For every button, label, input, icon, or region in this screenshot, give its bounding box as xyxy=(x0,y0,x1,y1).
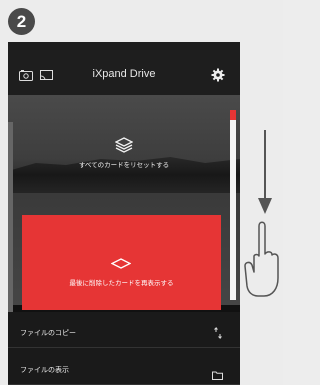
side-red-tab xyxy=(230,110,236,120)
menu-item-copy-files[interactable]: ファイルのコピー xyxy=(8,312,240,348)
phone-screen: iXpand Drive すべてのカードをリセットする 最後に削除したカードを再… xyxy=(8,42,240,385)
menu-item-label: ファイルのコピー xyxy=(20,329,76,337)
menu-item-view-files[interactable]: ファイルの表示 xyxy=(8,349,240,385)
instruction-panel: 2 iXpand Drive すべてのカードをリセットする 最後に削除したカード… xyxy=(0,0,283,385)
step-badge: 2 xyxy=(8,8,35,35)
reset-cards-label: すべてのカードをリセットする xyxy=(78,161,170,169)
stack-icon xyxy=(115,137,133,153)
bottom-menu: ファイルのコピー ファイルの表示 xyxy=(8,312,240,385)
arrow-down-icon xyxy=(258,130,272,214)
diamond-icon xyxy=(111,258,131,269)
redisplay-card-label: 最後に削除したカードを再表示する xyxy=(69,279,174,287)
app-title: iXpand Drive xyxy=(92,68,156,80)
menu-item-label: ファイルの表示 xyxy=(20,366,69,374)
sort-arrows-icon xyxy=(214,327,222,339)
swipe-down-gesture xyxy=(244,130,279,297)
folder-icon xyxy=(212,371,223,380)
app-header: iXpand Drive xyxy=(8,42,240,95)
redisplay-card-button[interactable]: 最後に削除したカードを再表示する xyxy=(22,215,221,310)
hand-icon xyxy=(244,221,279,297)
reset-cards-button[interactable]: すべてのカードをリセットする xyxy=(8,137,240,169)
gear-icon[interactable] xyxy=(211,68,225,82)
